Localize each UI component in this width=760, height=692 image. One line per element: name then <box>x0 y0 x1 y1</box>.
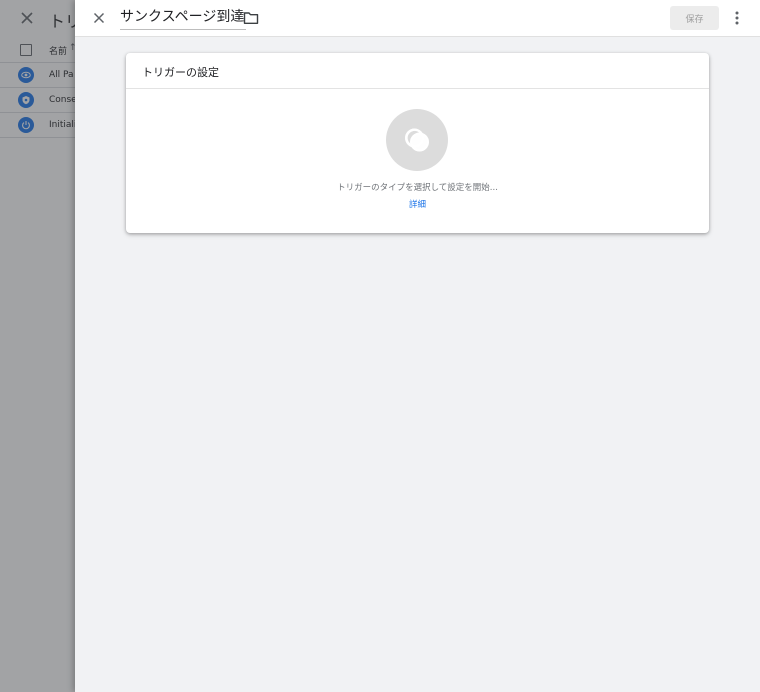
card-title: トリガーの設定 <box>142 66 219 79</box>
editor-header: サンクスページ到達 保存 <box>75 0 760 37</box>
learn-more-link[interactable]: 詳細 <box>126 198 709 210</box>
save-button[interactable]: 保存 <box>670 6 719 30</box>
more-vert-icon[interactable] <box>731 9 743 27</box>
trigger-configuration-card: トリガーの設定 トリガーのタイプを選択して設定を開始... 詳細 <box>126 53 709 233</box>
trigger-name-input[interactable]: サンクスページ到達 <box>120 9 244 25</box>
trigger-type-hint: トリガーのタイプを選択して設定を開始... <box>337 183 498 193</box>
choose-trigger-type-button[interactable] <box>386 109 448 171</box>
folder-icon[interactable] <box>243 11 259 25</box>
card-header: トリガーの設定 <box>126 53 709 89</box>
trigger-rings-icon <box>404 128 430 152</box>
trigger-editor-sheet: サンクスページ到達 保存 トリガーの設定 トリガーのタイプを選択して設定を開始.… <box>75 0 760 692</box>
close-icon[interactable] <box>91 10 107 26</box>
trigger-name-field[interactable]: サンクスページ到達 <box>120 6 247 30</box>
